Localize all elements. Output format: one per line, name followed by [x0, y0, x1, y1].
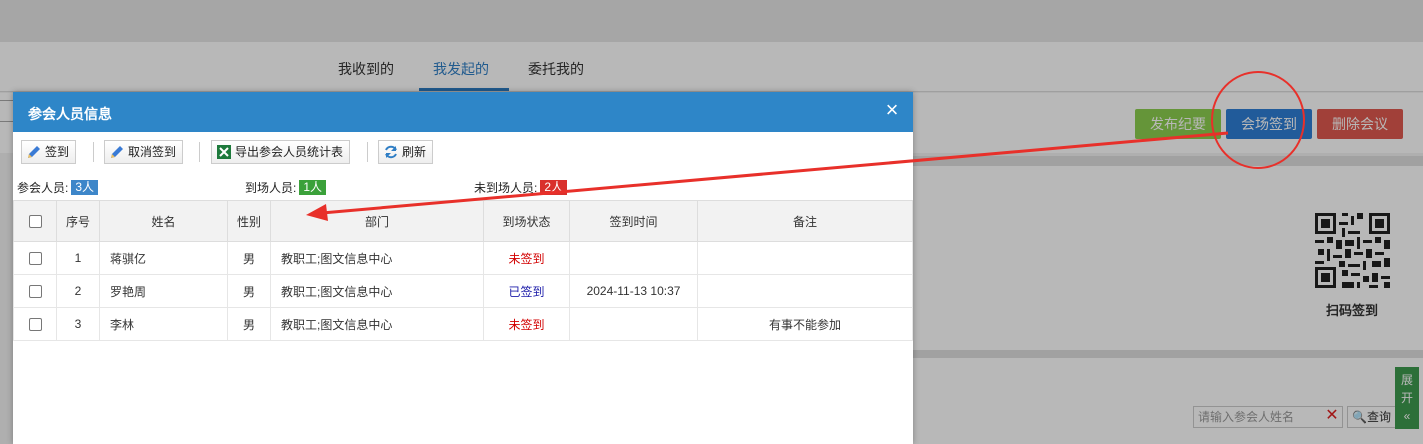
attendees-count: 参会人员: 3人 [17, 179, 99, 196]
attendees-badge: 3人 [71, 180, 99, 195]
cancel-sign-in-button[interactable]: 取消签到 [104, 140, 184, 164]
excel-icon [217, 145, 231, 159]
pencil-icon [111, 146, 123, 158]
column-header: 姓名 [99, 200, 228, 242]
pencil-icon [28, 146, 40, 158]
attendance-status: 已签到 [483, 274, 570, 308]
attendee-department: 教职工;图文信息中心 [270, 241, 484, 275]
column-header: 部门 [270, 200, 484, 242]
row-checkbox[interactable] [28, 252, 42, 266]
row-select-cell [13, 307, 57, 341]
row-number: 1 [56, 241, 100, 275]
column-header: 签到时间 [569, 200, 698, 242]
table-header-row: 序号 姓名 性别 部门 到场状态 签到时间 备注 [13, 200, 913, 242]
sign-in-time [569, 241, 698, 275]
attendee-gender: 男 [227, 307, 271, 341]
sign-in-button[interactable]: 签到 [21, 140, 77, 164]
toolbar-separator [367, 142, 368, 162]
attendance-stats: 参会人员: 3人 到场人员: 1人 未到场人员: 2人 [13, 176, 913, 200]
remark [697, 241, 913, 275]
table-row[interactable]: 1 蒋骐亿 男 教职工;图文信息中心 未签到 [13, 241, 913, 275]
attendance-status: 未签到 [483, 307, 570, 341]
column-header: 备注 [697, 200, 913, 242]
arrived-count: 到场人员: 1人 [245, 179, 327, 196]
row-select-cell [13, 241, 57, 275]
attendance-status: 未签到 [483, 241, 570, 275]
attendee-name: 李林 [99, 307, 228, 341]
export-stats-button[interactable]: 导出参会人员统计表 [211, 140, 351, 164]
toolbar-separator [199, 142, 200, 162]
dialog-header: 参会人员信息 × [13, 92, 913, 132]
column-header: 性别 [227, 200, 271, 242]
select-all-cell [13, 200, 57, 242]
row-number: 2 [56, 274, 100, 308]
attendee-name: 蒋骐亿 [99, 241, 228, 275]
sign-in-time [569, 307, 698, 341]
attendee-department: 教职工;图文信息中心 [270, 307, 484, 341]
attendee-department: 教职工;图文信息中心 [270, 274, 484, 308]
column-header: 序号 [56, 200, 100, 242]
table-row[interactable]: 3 李林 男 教职工;图文信息中心 未签到 有事不能参加 [13, 307, 913, 341]
attendee-gender: 男 [227, 274, 271, 308]
refresh-button[interactable]: 刷新 [378, 140, 434, 164]
row-select-cell [13, 274, 57, 308]
attendee-table: 序号 姓名 性别 部门 到场状态 签到时间 备注 1 蒋骐亿 男 教职工;图文信… [13, 200, 913, 341]
row-number: 3 [56, 307, 100, 341]
row-checkbox[interactable] [28, 318, 42, 332]
table-row[interactable]: 2 罗艳周 男 教职工;图文信息中心 已签到 2024-11-13 10:37 [13, 274, 913, 308]
remark [697, 274, 913, 308]
attendee-gender: 男 [227, 241, 271, 275]
close-icon[interactable]: × [881, 99, 903, 122]
select-all-checkbox[interactable] [28, 215, 42, 229]
attendee-name: 罗艳周 [99, 274, 228, 308]
attendee-info-dialog: 参会人员信息 × 签到 取消签到 导出参会人员统计表 刷新 参会人员: 3人 到… [13, 92, 913, 444]
row-checkbox[interactable] [28, 285, 42, 299]
dialog-toolbar: 签到 取消签到 导出参会人员统计表 刷新 [13, 132, 913, 176]
arrived-badge: 1人 [299, 180, 327, 195]
refresh-icon [385, 145, 397, 159]
sign-in-time: 2024-11-13 10:37 [569, 274, 698, 308]
absent-badge: 2人 [540, 180, 568, 195]
column-header: 到场状态 [483, 200, 570, 242]
toolbar-separator [93, 142, 94, 162]
absent-count: 未到场人员: 2人 [474, 179, 568, 196]
dialog-title: 参会人员信息 [28, 106, 112, 122]
remark: 有事不能参加 [697, 307, 913, 341]
